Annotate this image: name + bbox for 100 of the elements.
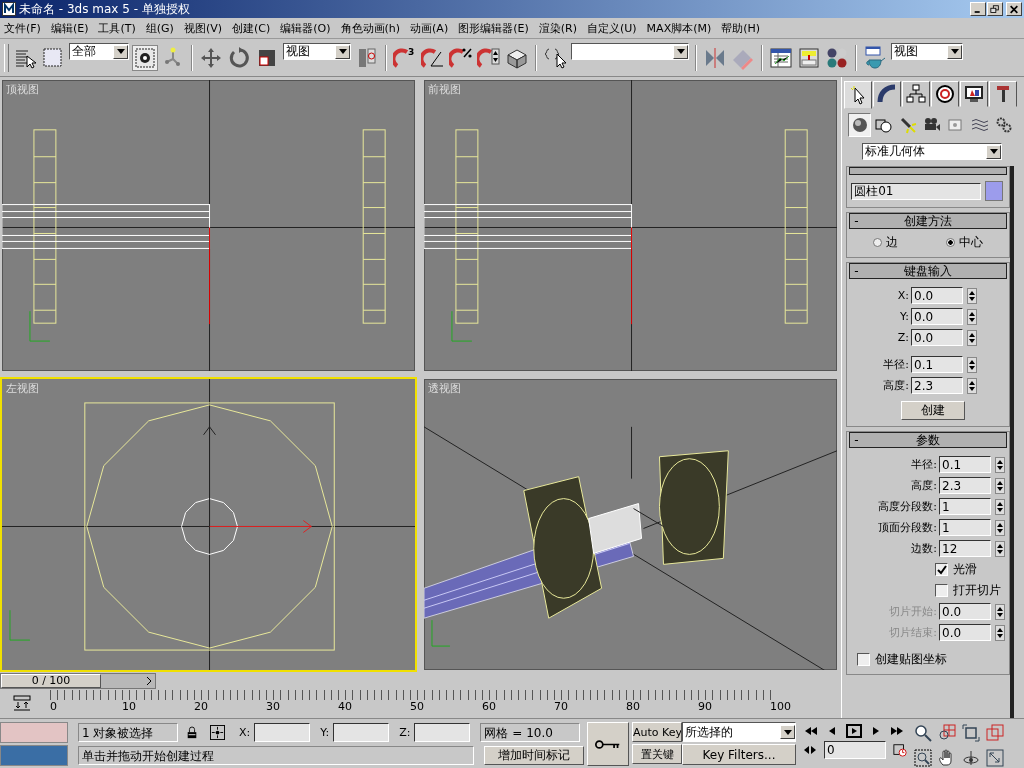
- zoom-extents-icon[interactable]: [962, 724, 980, 742]
- region-zoom-icon[interactable]: [914, 748, 932, 767]
- rollout-header[interactable]: - 键盘输入: [849, 263, 1007, 279]
- number-field[interactable]: 0.0: [911, 287, 963, 304]
- color-swatch[interactable]: [985, 181, 1004, 201]
- menu-item[interactable]: 组(G): [145, 20, 174, 36]
- collapse-toggle[interactable]: -: [850, 433, 869, 447]
- spinner-icon[interactable]: [995, 624, 1005, 641]
- time-slider-thumb[interactable]: 0 / 100: [1, 674, 101, 688]
- rollout-header[interactable]: - 创建方法: [849, 213, 1007, 229]
- arc-rotate-icon[interactable]: [962, 748, 980, 767]
- number-field[interactable]: 2.3: [911, 377, 963, 394]
- render-type-dropdown[interactable]: 视图: [891, 43, 963, 60]
- key-icon[interactable]: [595, 738, 621, 750]
- region-select-icon[interactable]: [41, 45, 65, 70]
- set-key-mode-button[interactable]: 置关键: [632, 744, 682, 764]
- x-coordinate-field[interactable]: [254, 723, 311, 742]
- number-field[interactable]: 12: [939, 540, 991, 557]
- dropdown-arrow-icon[interactable]: [989, 149, 998, 154]
- spinner-icon[interactable]: [967, 356, 977, 373]
- checkmark-icon[interactable]: [936, 564, 947, 575]
- spinner-icon[interactable]: [967, 329, 977, 346]
- track-view-icon[interactable]: [769, 45, 793, 70]
- lock-icon[interactable]: [186, 725, 198, 740]
- checkbox-option[interactable]: 创建贴图坐标: [849, 645, 1007, 668]
- absolute-mode-icon[interactable]: [210, 725, 225, 740]
- spinner-icon[interactable]: [995, 498, 1005, 515]
- named-selection-icon[interactable]: [543, 45, 567, 70]
- dropdown-arrow-icon[interactable]: [338, 49, 347, 54]
- spinner-icon[interactable]: [995, 477, 1005, 494]
- number-field[interactable]: 0.0: [911, 329, 963, 346]
- y-coordinate-field[interactable]: [333, 723, 390, 742]
- checkbox-option[interactable]: 光滑: [935, 561, 978, 578]
- number-field[interactable]: 0.1: [939, 456, 991, 473]
- dropdown-arrow-icon[interactable]: [783, 729, 792, 735]
- angle-snap-icon[interactable]: [421, 45, 445, 70]
- dropdown-arrow-icon[interactable]: [950, 49, 959, 54]
- set-key-button[interactable]: [587, 722, 629, 766]
- zoom-icon[interactable]: [914, 724, 932, 742]
- menu-item[interactable]: 动画(A): [410, 20, 449, 36]
- selection-filter-dropdown[interactable]: 全部: [69, 43, 129, 60]
- object-name-field[interactable]: 圆柱01: [851, 182, 982, 200]
- menu-item[interactable]: 帮助(H): [721, 20, 761, 36]
- spinner-icon[interactable]: [967, 377, 977, 394]
- key-mode-toggle-icon[interactable]: [802, 743, 818, 757]
- number-field[interactable]: 1: [939, 498, 991, 515]
- menu-item[interactable]: 自定义(U): [586, 20, 637, 36]
- menu-item[interactable]: 文件(F): [4, 20, 41, 36]
- named-selection-dropdown[interactable]: [571, 43, 689, 60]
- teapot-render-icon[interactable]: [863, 45, 887, 70]
- menu-item[interactable]: 渲染(R): [538, 20, 577, 36]
- menu-item[interactable]: 图形编辑器(E): [458, 20, 529, 36]
- number-field[interactable]: 0.0: [911, 308, 963, 325]
- spinner-icon[interactable]: [967, 287, 977, 304]
- percent-snap-icon[interactable]: [449, 45, 473, 70]
- spinner-icon[interactable]: [995, 456, 1005, 473]
- dropdown-arrow-icon[interactable]: [116, 49, 125, 54]
- menu-item[interactable]: 工具(T): [98, 20, 136, 36]
- menu-item[interactable]: 编辑器(O): [280, 20, 331, 36]
- zoom-all-icon[interactable]: [938, 724, 956, 742]
- object-type-dropdown[interactable]: 标准几何体: [862, 143, 1003, 160]
- menu-item[interactable]: 编辑(E): [50, 20, 89, 36]
- create-button[interactable]: 创建: [901, 401, 966, 420]
- radio-option[interactable]: 中心: [946, 234, 984, 251]
- spinner-icon[interactable]: [995, 540, 1005, 557]
- z-coordinate-field[interactable]: [414, 723, 471, 742]
- number-field[interactable]: 2.3: [939, 477, 991, 494]
- dropdown-arrow-icon[interactable]: [676, 49, 685, 54]
- radio-option[interactable]: 边: [873, 234, 899, 251]
- schematic-view-icon[interactable]: [797, 45, 821, 70]
- menu-item[interactable]: 视图(V): [183, 20, 222, 36]
- current-frame-field[interactable]: 0: [824, 741, 886, 759]
- maximize-viewport-icon[interactable]: [986, 748, 1004, 767]
- curve-editor-icon[interactable]: [12, 694, 32, 712]
- spinner-icon[interactable]: [967, 308, 977, 325]
- select-object-icon[interactable]: [133, 45, 157, 70]
- spinner-icon[interactable]: [995, 603, 1005, 620]
- key-filters-button[interactable]: Key Filters...: [682, 744, 796, 765]
- arrow-right-icon[interactable]: [146, 676, 152, 686]
- mirror-icon[interactable]: [703, 45, 727, 70]
- spinner-icon[interactable]: [995, 519, 1005, 536]
- menu-item[interactable]: 角色动画(h): [340, 20, 401, 36]
- coordinate-system-dropdown[interactable]: 视图: [283, 43, 351, 60]
- auto-key-button[interactable]: Auto Key: [632, 722, 682, 742]
- spinner-snap-icon[interactable]: [477, 45, 501, 70]
- key-mode-dropdown[interactable]: 所选择的: [682, 722, 796, 742]
- play-icon[interactable]: [846, 724, 862, 738]
- rollout-header[interactable]: - 参数: [849, 432, 1007, 448]
- collapse-toggle[interactable]: -: [850, 264, 869, 278]
- menu-item[interactable]: 创建(C): [232, 20, 271, 36]
- number-field[interactable]: 1: [939, 519, 991, 536]
- menu-item[interactable]: MAX脚本(M): [646, 20, 712, 36]
- add-time-tag-button[interactable]: 增加时间标记: [484, 746, 584, 765]
- zoom-extents-all-icon[interactable]: [986, 724, 1004, 742]
- time-configuration-icon[interactable]: [892, 743, 908, 757]
- rotate-icon[interactable]: [227, 45, 251, 70]
- rollout-header[interactable]: [849, 167, 1007, 175]
- collapse-toggle[interactable]: -: [850, 214, 869, 228]
- number-field[interactable]: 0.1: [911, 356, 963, 373]
- time-slider[interactable]: 0 / 100: [0, 673, 156, 689]
